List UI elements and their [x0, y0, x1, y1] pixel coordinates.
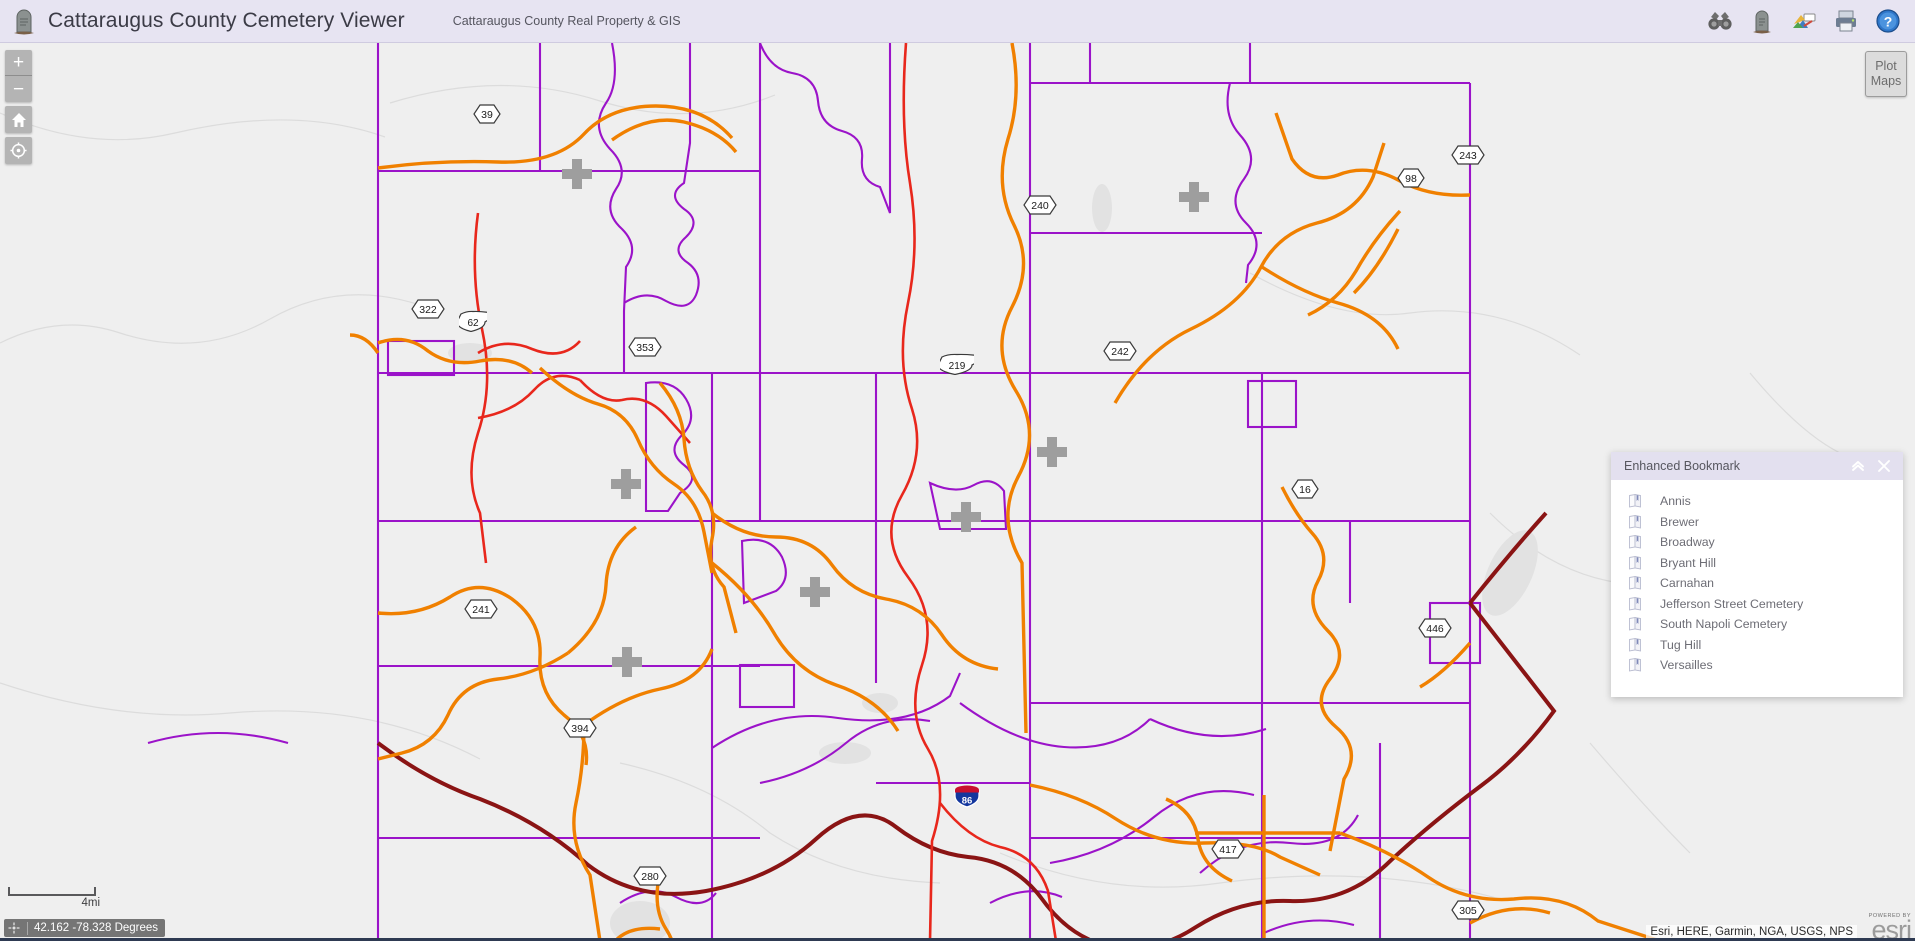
scale-bar-label: 4mi	[81, 897, 100, 909]
gravestone-icon[interactable]	[1749, 8, 1775, 34]
bookmark-label: Broadway	[1660, 535, 1715, 550]
bookmark-icon	[1629, 637, 1641, 652]
bookmark-item[interactable]: South Napoli Cemetery	[1611, 614, 1903, 635]
bookmark-label: Brewer	[1660, 514, 1699, 529]
draw-tools-icon[interactable]	[1791, 8, 1817, 34]
bookmark-item[interactable]: Brewer	[1611, 512, 1903, 533]
help-icon[interactable]: ?	[1875, 8, 1901, 34]
map-attribution: Esri, HERE, Garmin, NGA, USGS, NPS	[1646, 925, 1857, 939]
printer-icon[interactable]	[1833, 8, 1859, 34]
bookmark-panel-header: Enhanced Bookmark	[1611, 452, 1903, 480]
bookmark-item[interactable]: Carnahan	[1611, 573, 1903, 594]
bookmark-list: Annis Brewer Broadway Bryant Hill Carnahan Je…	[1611, 480, 1903, 676]
chevron-double-up-icon[interactable]	[1845, 453, 1871, 479]
crosshair-icon	[8, 922, 20, 934]
app-header: Cattaraugus County Cemetery Viewer Catta…	[0, 0, 1915, 43]
binoculars-search-icon[interactable]	[1707, 8, 1733, 34]
bookmark-label: Annis	[1660, 494, 1691, 509]
close-icon[interactable]	[1871, 453, 1897, 479]
bookmark-item[interactable]: Jefferson Street Cemetery	[1611, 594, 1903, 615]
zoom-out-button[interactable]: −	[5, 76, 32, 102]
map-canvas[interactable]: 39 243 98 240 322 62 353 219 242 16 446 241 394 86 417…	[0, 43, 1915, 941]
plot-maps-button[interactable]: Plot Maps	[1865, 51, 1907, 97]
home-icon	[11, 112, 26, 127]
bookmark-panel-title: Enhanced Bookmark	[1624, 459, 1741, 473]
bookmark-item[interactable]: Versailles	[1611, 655, 1903, 676]
bookmark-icon	[1629, 535, 1641, 549]
app-root: Cattaraugus County Cemetery Viewer Catta…	[0, 0, 1915, 941]
my-location-icon	[10, 142, 27, 159]
bookmark-item[interactable]: Broadway	[1611, 532, 1903, 553]
bookmark-icon	[1629, 617, 1641, 631]
bookmark-label: Carnahan	[1660, 576, 1715, 591]
bookmark-label: Jefferson Street Cemetery	[1660, 596, 1804, 611]
scale-bar-line	[8, 887, 96, 896]
bookmark-icon	[1629, 555, 1641, 570]
plot-maps-line-2: Maps	[1870, 74, 1902, 88]
coordinate-readout: 42.162 -78.328 Degrees	[34, 922, 159, 934]
bookmark-icon	[1629, 494, 1641, 508]
bookmark-label: South Napoli Cemetery	[1660, 617, 1788, 632]
bookmark-label: Tug Hill	[1660, 637, 1702, 652]
locate-button[interactable]	[5, 137, 32, 164]
header-toolbar: ?	[1707, 8, 1901, 34]
bookmark-item[interactable]: Annis	[1611, 491, 1903, 512]
bookmark-label: Versailles	[1660, 658, 1713, 673]
bookmark-icon	[1629, 576, 1641, 590]
zoom-in-button[interactable]: +	[5, 50, 32, 76]
divider	[27, 921, 28, 935]
bookmark-icon	[1629, 596, 1641, 611]
bookmark-icon	[1629, 514, 1641, 529]
page-title: Cattaraugus County Cemetery Viewer	[48, 9, 405, 32]
zoom-controls: + −	[5, 50, 32, 102]
enhanced-bookmark-panel: Enhanced Bookmark Annis Brewer Broadway Bry…	[1611, 452, 1903, 697]
esri-logo[interactable]: POWERED BY esri	[1869, 913, 1912, 941]
bookmark-item[interactable]: Bryant Hill	[1611, 553, 1903, 574]
plot-maps-line-1: Plot	[1875, 59, 1897, 73]
svg-text:?: ?	[1884, 14, 1893, 30]
bookmark-item[interactable]: Tug Hill	[1611, 635, 1903, 656]
app-subtitle: Cattaraugus County Real Property & GIS	[452, 14, 681, 28]
coordinate-widget[interactable]: 42.162 -78.328 Degrees	[4, 919, 166, 937]
gravestone-icon	[14, 9, 34, 35]
home-button[interactable]	[5, 106, 32, 133]
scale-bar: 4mi	[8, 887, 100, 909]
bookmark-label: Bryant Hill	[1660, 555, 1717, 570]
bookmark-icon	[1629, 658, 1641, 672]
